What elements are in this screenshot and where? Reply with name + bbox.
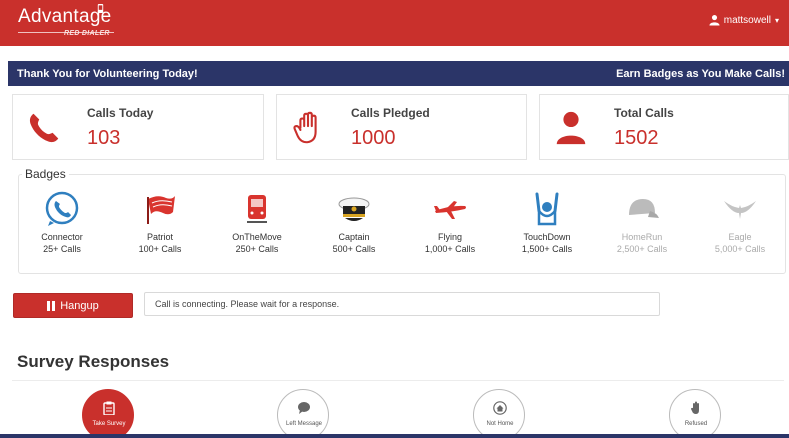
hangup-button[interactable]: Hangup (13, 293, 133, 318)
clipboard-icon (103, 401, 115, 415)
survey-option-label: Not Home (486, 421, 514, 427)
banner-thank-you: Thank You for Volunteering Today! (17, 67, 198, 80)
badge-name: OnTheMove (232, 232, 282, 242)
top-navbar: Advantage RED DIALER mattsowell ▾ (0, 0, 789, 46)
badge-requirement: 1,000+ Calls (424, 244, 476, 254)
speech-bubble-icon (298, 402, 310, 414)
badge-requirement: 25+ Calls (43, 244, 81, 254)
badge-requirement: 2,500+ Calls (616, 244, 668, 254)
phone-icon (29, 113, 59, 143)
hangup-label: Hangup (60, 299, 99, 312)
badge-onthemove[interactable]: OnTheMove 250+ Calls (212, 191, 302, 255)
badge-requirement: 5,000+ Calls (714, 244, 766, 254)
user-icon (556, 111, 586, 145)
touchdown-icon (535, 192, 559, 226)
phone-bubble-icon (45, 191, 79, 226)
stat-value: 103 (87, 127, 121, 149)
survey-option-label: Left Message (285, 421, 323, 427)
badge-connector[interactable]: Connector 25+ Calls (17, 191, 107, 255)
refused-button[interactable]: Refused (669, 389, 721, 438)
badge-requirement: 500+ Calls (332, 244, 376, 254)
pause-icon (47, 300, 56, 311)
badge-patriot[interactable]: Patriot 100+ Calls (115, 191, 205, 255)
bottom-bar (0, 434, 789, 438)
stat-label: Calls Today (87, 106, 154, 120)
badges-title: Badges (22, 167, 69, 181)
banner-earn-badges: Earn Badges as You Make Calls! (616, 67, 785, 80)
raised-hand-icon (293, 111, 317, 144)
badge-name: Connector (41, 232, 83, 242)
user-menu[interactable]: mattsowell ▾ (709, 14, 779, 26)
username: mattsowell (723, 14, 771, 26)
take-survey-button[interactable]: Take Survey (82, 389, 134, 438)
stat-value: 1502 (614, 127, 659, 149)
left-message-button[interactable]: Left Message (277, 389, 329, 438)
stat-card-calls-pledged: Calls Pledged 1000 (276, 94, 527, 160)
survey-option-label: Refused (684, 421, 708, 427)
user-icon (709, 14, 720, 26)
badge-name: Patriot (146, 232, 173, 242)
stat-label: Calls Pledged (351, 106, 430, 120)
train-icon (247, 195, 267, 223)
badge-captain[interactable]: Captain 500+ Calls (309, 191, 399, 255)
stat-label: Total Calls (614, 106, 674, 120)
flag-icon (147, 196, 175, 224)
logo-phone-icon (97, 4, 104, 13)
baseball-cap-icon (629, 199, 659, 218)
badge-homerun[interactable]: HomeRun 2,500+ Calls (597, 191, 687, 255)
survey-title: Survey Responses (17, 352, 170, 371)
survey-option-label: Take Survey (92, 421, 126, 427)
app-logo[interactable]: Advantage RED DIALER (18, 4, 114, 37)
badge-requirement: 100+ Calls (138, 244, 182, 254)
badge-touchdown[interactable]: TouchDown 1,500+ Calls (502, 191, 592, 255)
chevron-down-icon: ▾ (774, 15, 779, 25)
badge-requirement: 1,500+ Calls (521, 244, 573, 254)
airplane-icon (434, 201, 466, 219)
stat-card-calls-today: Calls Today 103 (12, 94, 264, 160)
stat-card-total-calls: Total Calls 1502 (539, 94, 789, 160)
not-home-button[interactable]: Not Home (473, 389, 525, 438)
badge-eagle[interactable]: Eagle 5,000+ Calls (695, 191, 785, 255)
call-status-field: Call is connecting. Please wait for a re… (144, 292, 660, 316)
badge-requirement: 250+ Calls (235, 244, 279, 254)
survey-divider (12, 380, 784, 381)
eagle-icon (724, 201, 756, 219)
badge-name: Eagle (728, 232, 752, 242)
home-icon (493, 401, 507, 415)
badge-name: Captain (338, 232, 370, 242)
captain-hat-icon (338, 197, 370, 221)
badge-name: TouchDown (523, 232, 571, 242)
welcome-banner: Thank You for Volunteering Today! Earn B… (8, 61, 789, 86)
badge-name: Flying (437, 232, 462, 242)
logo-subtitle: RED DIALER (64, 30, 110, 37)
stat-value: 1000 (351, 127, 396, 149)
badge-flying[interactable]: Flying 1,000+ Calls (405, 191, 495, 255)
badge-name: HomeRun (621, 232, 663, 242)
hand-stop-icon (691, 401, 699, 414)
